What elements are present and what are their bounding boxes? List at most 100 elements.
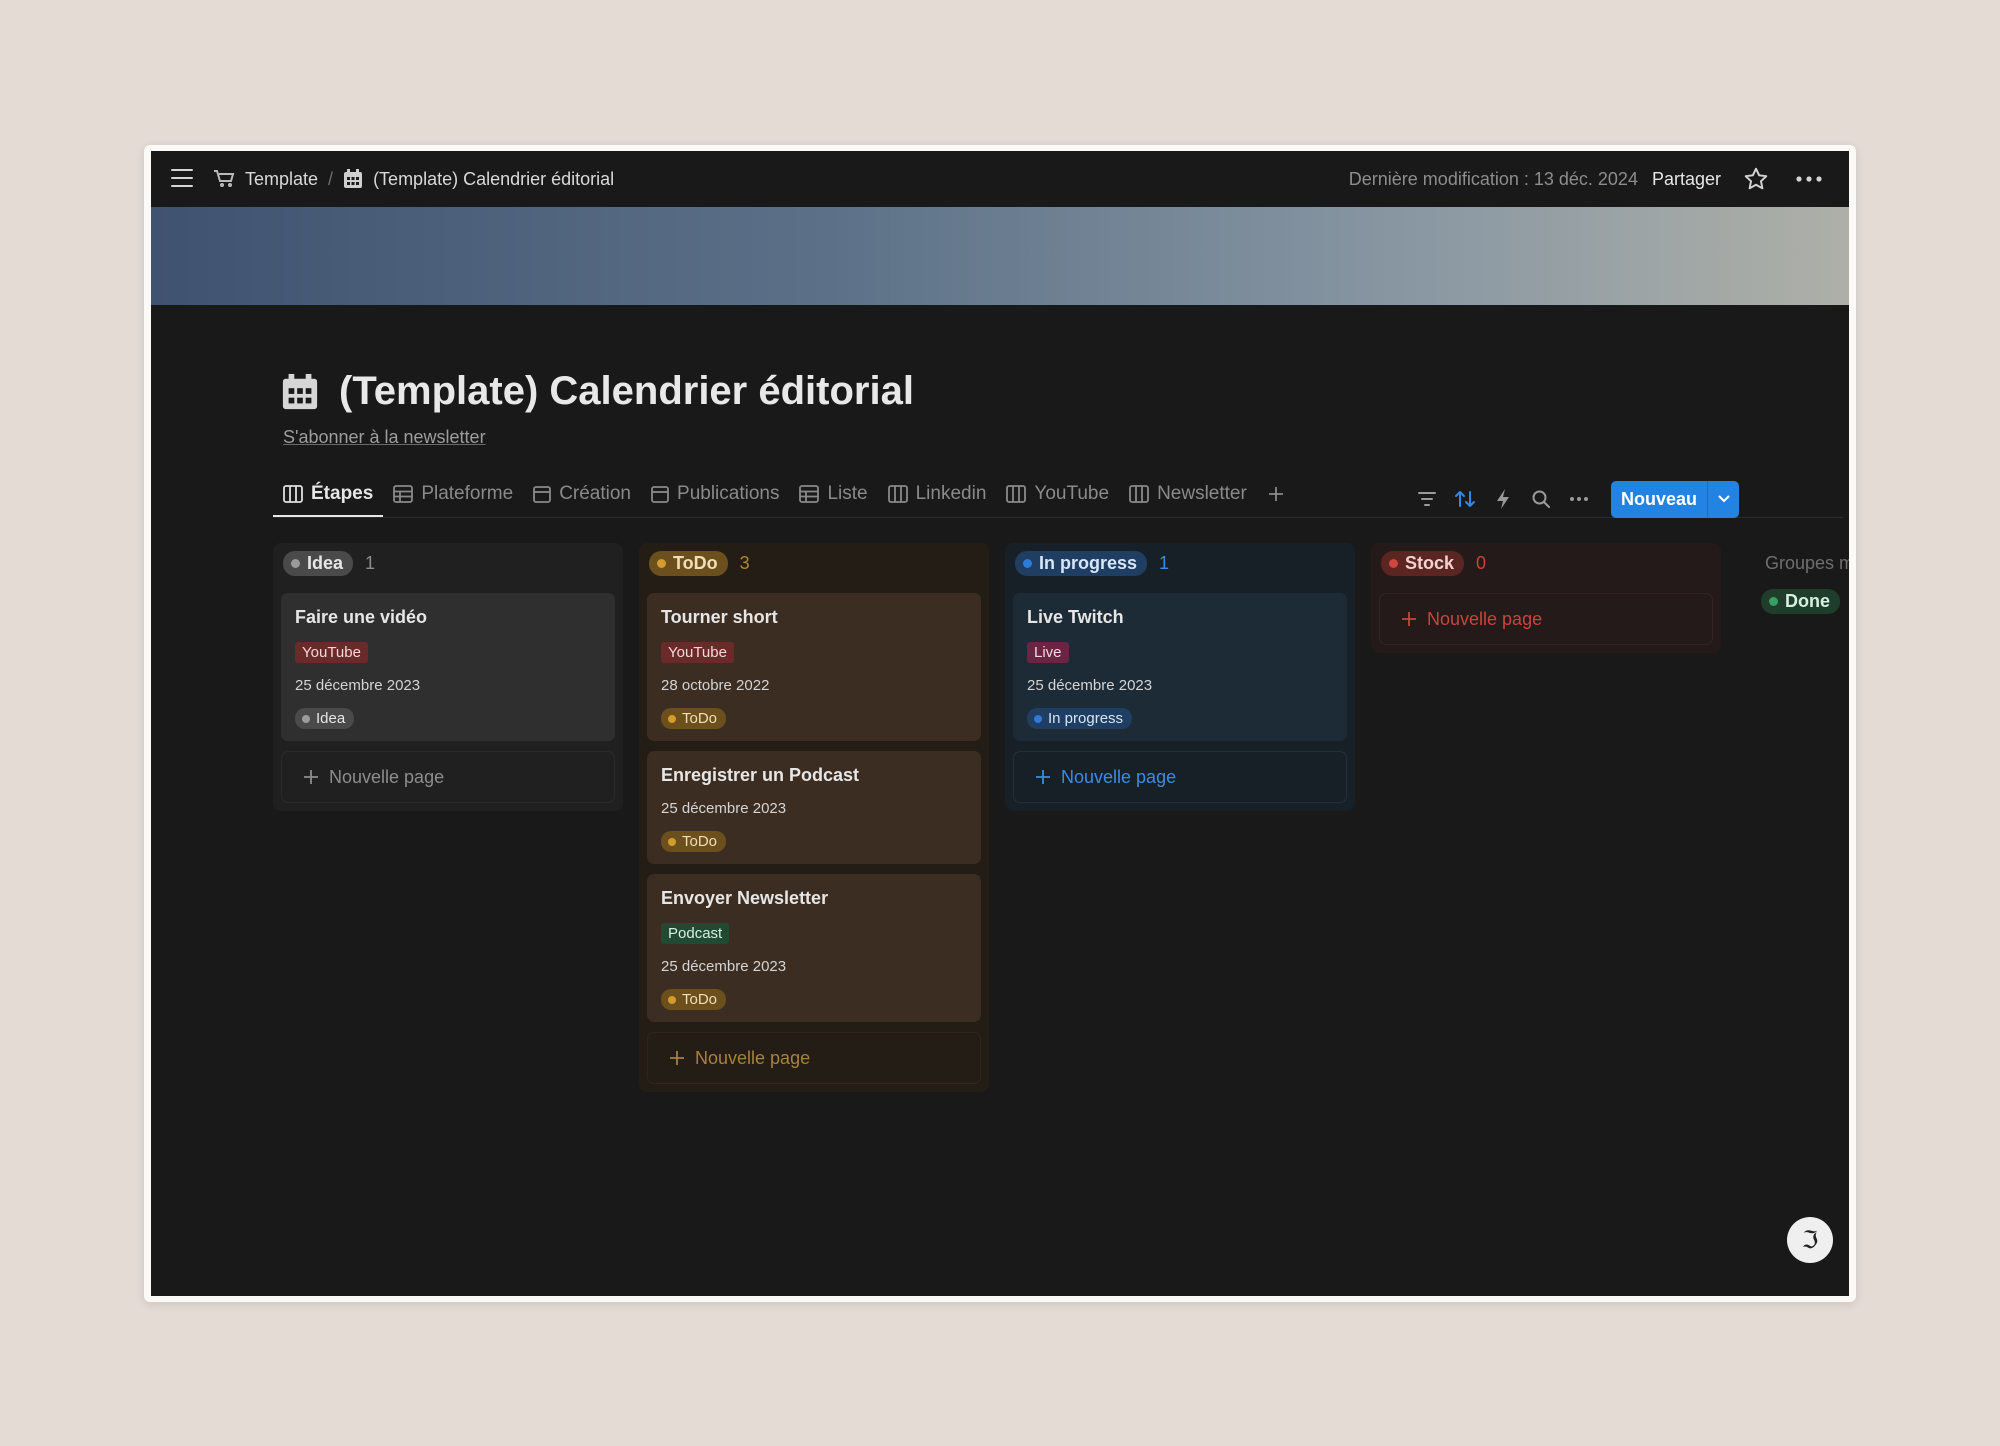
new-page-label: Nouvelle page — [695, 1047, 811, 1068]
board-column-in-progress: In progress 1 Live Twitch Live 25 décembre 2… — [1005, 543, 1355, 811]
status-pill[interactable]: ToDo — [649, 550, 728, 576]
tab-label: Plateforme — [421, 483, 514, 504]
breadcrumb: Template / (Template) Calendrier éditori… — [213, 151, 614, 207]
last-modified-text: Dernière modification : 13 déc. 2024 — [1348, 168, 1638, 189]
hidden-group-label: Done — [1785, 591, 1830, 611]
card-status-label: ToDo — [682, 991, 718, 1008]
card-title: Faire une vidéo — [295, 607, 428, 627]
card-status-row: In progress — [1027, 694, 1333, 729]
tab-cr-ation[interactable]: Création — [523, 471, 641, 517]
sort-icon[interactable] — [1453, 487, 1477, 511]
board-icon — [887, 485, 908, 503]
breadcrumb-label: Template — [245, 168, 319, 189]
view-toolbar: Nouveau — [1415, 480, 1740, 518]
kanban-card[interactable]: Live Twitch Live 25 décembre 2023 In progre… — [1013, 593, 1347, 741]
status-dot — [1769, 597, 1778, 606]
tab-label: Linkedin — [915, 483, 987, 504]
new-page-label: Nouvelle page — [1427, 608, 1543, 629]
board-icon — [283, 485, 303, 503]
card-tag-row: YouTube — [661, 628, 967, 663]
plus-icon — [670, 1051, 684, 1065]
more-options-icon[interactable] — [1795, 166, 1823, 192]
status-pill[interactable]: In progress — [1015, 550, 1148, 576]
card-tag-row: Live — [1027, 628, 1333, 663]
new-page-button[interactable]: Nouvelle page — [1379, 593, 1713, 645]
filter-icon[interactable] — [1415, 487, 1439, 511]
status-dot — [668, 714, 676, 723]
breadcrumb-label: (Template) Calendrier éditorial — [373, 168, 615, 189]
tab-liste[interactable]: Liste — [789, 471, 877, 517]
status-pill[interactable]: Stock — [1381, 550, 1465, 576]
kanban-card[interactable]: Faire une vidéo YouTube 25 décembre 2023 Id… — [281, 593, 615, 741]
breadcrumb-separator: / — [328, 168, 334, 189]
status-label: Stock — [1405, 552, 1455, 573]
hidden-group-done[interactable]: Done — [1761, 589, 1840, 614]
card-date: 28 octobre 2022 — [661, 677, 770, 694]
status-label: In progress — [1039, 552, 1138, 573]
card-status-row: ToDo — [661, 817, 967, 852]
hidden-groups: Groupes ma Done — [1761, 543, 1849, 614]
new-dropdown-button[interactable] — [1707, 480, 1739, 518]
platform-tag: YouTube — [661, 642, 734, 663]
page-title-text: (Template) Calendrier éditorial — [339, 369, 914, 413]
add-view-button[interactable] — [1257, 471, 1295, 517]
kanban-card[interactable]: Envoyer Newsletter Podcast 25 décembre 202… — [647, 874, 981, 1022]
new-page-button[interactable]: Nouvelle page — [647, 1032, 981, 1084]
newsletter-link[interactable]: S'abonner à la newsletter — [283, 427, 486, 448]
tab-linkedin[interactable]: Linkedin — [878, 471, 997, 517]
status-pill[interactable]: Idea — [283, 550, 354, 576]
tab--tapes[interactable]: Étapes — [273, 471, 384, 517]
card-status-pill: ToDo — [661, 989, 727, 1010]
new-button[interactable]: Nouveau — [1611, 481, 1707, 518]
card-date: 25 décembre 2023 — [295, 677, 421, 694]
plus-icon — [1402, 612, 1416, 626]
hamburger-menu-icon[interactable] — [171, 169, 193, 189]
board-column-todo: ToDo 3 Tourner short YouTube 28 octobre 2022… — [639, 543, 989, 1092]
card-status-label: Idea — [316, 710, 346, 727]
platform-tag: Podcast — [661, 923, 730, 944]
card-status-pill: ToDo — [661, 708, 727, 729]
board-column-stock: Stock 0 Nouvelle page — [1371, 543, 1721, 653]
tab-publications[interactable]: Publications — [641, 471, 789, 517]
new-page-button[interactable]: Nouvelle page — [1013, 751, 1347, 803]
column-header: Idea 1 — [281, 543, 615, 583]
calendar-view-icon — [533, 485, 552, 503]
status-dot — [291, 558, 300, 568]
breadcrumb-item-template[interactable]: Template — [213, 169, 318, 190]
card-tag-row: YouTube — [295, 628, 601, 663]
more-options-icon[interactable] — [1567, 487, 1591, 511]
help-assistant-button[interactable]: ℑ — [1787, 1217, 1833, 1263]
card-date: 25 décembre 2023 — [1027, 677, 1153, 694]
status-dot — [668, 837, 676, 846]
tab-youtube[interactable]: YouTube — [996, 471, 1119, 517]
card-count: 3 — [739, 552, 750, 573]
kanban-card[interactable]: Enregistrer un Podcast 25 décembre 2023 To… — [647, 751, 981, 864]
card-status-label: In progress — [1048, 710, 1124, 727]
kanban-card[interactable]: Tourner short YouTube 28 octobre 2022 ToDo — [647, 593, 981, 741]
plus-icon — [304, 770, 318, 784]
card-status-label: ToDo — [682, 833, 718, 850]
card-title: Enregistrer un Podcast — [661, 765, 860, 785]
new-page-label: Nouvelle page — [1061, 766, 1177, 787]
top-bar: Template / (Template) Calendrier éditori… — [151, 151, 1849, 207]
card-status-pill: Idea — [295, 708, 355, 729]
search-icon[interactable] — [1529, 487, 1553, 511]
column-header: ToDo 3 — [647, 543, 981, 583]
topbar-actions: Dernière modification : 13 déc. 2024 Par… — [1349, 151, 1823, 207]
platform-tag: YouTube — [295, 642, 368, 663]
share-button[interactable]: Partager — [1652, 169, 1721, 190]
card-title: Tourner short — [661, 607, 778, 627]
card-status-row: ToDo — [661, 694, 967, 729]
star-icon[interactable] — [1743, 166, 1769, 192]
column-header: Stock 0 — [1379, 543, 1713, 583]
tab-label: Création — [559, 483, 632, 504]
cart-icon — [214, 170, 235, 187]
breadcrumb-item-calendar[interactable]: (Template) Calendrier éditorial — [343, 169, 614, 190]
tab-plateforme[interactable]: Plateforme — [383, 471, 523, 517]
new-page-label: Nouvelle page — [329, 766, 445, 787]
plus-icon — [1268, 487, 1283, 501]
tab-newsletter[interactable]: Newsletter — [1119, 471, 1257, 517]
status-dot — [1023, 558, 1032, 568]
automation-lightning-icon[interactable] — [1491, 487, 1515, 511]
new-page-button[interactable]: Nouvelle page — [281, 751, 615, 803]
